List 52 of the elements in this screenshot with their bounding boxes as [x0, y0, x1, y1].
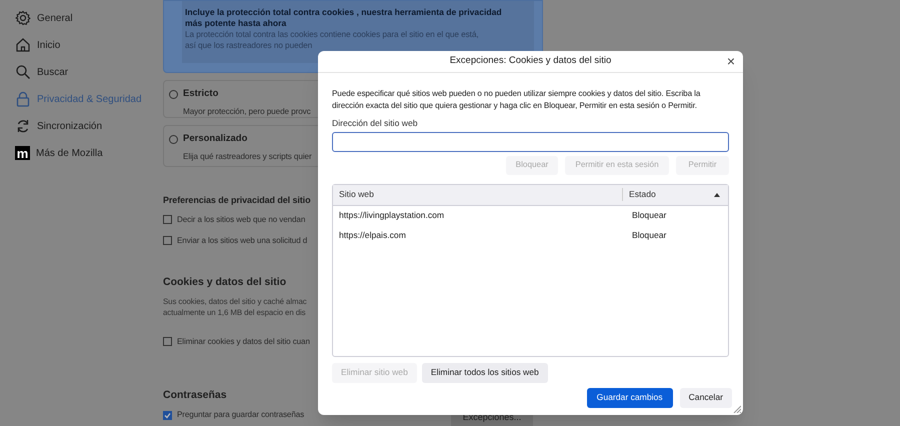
banner-title: Incluye la protección total contra cookies , nuestra herramienta de privacidad más potente hasta ahora	[185, 7, 503, 29]
address-field[interactable]	[332, 132, 729, 152]
sidebar-item[interactable]: Inicio	[37, 38, 60, 52]
option-title: Personalizado	[183, 132, 248, 146]
checkbox[interactable]	[163, 337, 172, 346]
radio-button[interactable]	[169, 134, 178, 144]
remove-button[interactable]: Eliminar todos los sitios web	[422, 362, 548, 383]
sidebar-item[interactable]: General	[37, 10, 73, 26]
option-description: Mayor protección, pero puede provc	[183, 106, 311, 118]
checkbox-label: Decir a los sitios web que no vendan	[177, 214, 306, 226]
banner-text: La protección total contra las cookies contiene cookies para el sitio en el que está,	[185, 29, 479, 40]
checkbox[interactable]	[163, 236, 172, 246]
checkbox-label: Preguntar para guardar contraseñas	[177, 409, 304, 422]
option-title: Estricto	[183, 87, 218, 101]
cancel-button[interactable]: Cancelar	[680, 388, 732, 408]
sidebar-item[interactable]: Sincronización	[37, 118, 102, 134]
sidebar-item[interactable]: Buscar	[37, 64, 68, 80]
gear-icon	[15, 10, 31, 26]
table-cell-text: https://livingplaystation.com	[338, 209, 446, 222]
column-label: Estado	[629, 188, 656, 202]
field-label: Dirección del sitio web	[332, 117, 418, 130]
check-icon	[164, 412, 171, 419]
column-header[interactable]: Sitio web	[333, 188, 623, 202]
resize-grip-icon	[733, 405, 741, 413]
dialog-title: Excepciones: Cookies y datos del sitio	[450, 54, 612, 68]
checkbox-label: Eliminar cookies y datos del sitio cuan	[177, 336, 310, 348]
home-icon	[15, 37, 31, 53]
checkbox-label: Enviar a los sitios web una solicitud d	[177, 234, 308, 247]
section-heading: Contraseñas	[163, 388, 228, 403]
section-heading: Cookies y datos del sitio	[163, 274, 288, 290]
lock-icon	[15, 91, 31, 107]
remove-button: Eliminar sitio web	[332, 362, 417, 383]
logo-icon: m	[15, 146, 30, 160]
action-button: Permitir	[676, 156, 729, 175]
sidebar-item[interactable]: Más de Mozilla	[36, 146, 103, 160]
close-button[interactable]: ×	[726, 54, 735, 68]
save-button[interactable]: Guardar cambios	[586, 388, 673, 408]
table-cell-text: Bloquear	[631, 209, 668, 222]
table-cell-text: Bloquear	[631, 229, 668, 242]
dialog-description: Puede especificar qué sitios web pueden o no pueden utilizar siempre cookies y datos del sitio. Escriba la dirección exacta del sitio que quiera gestionar y haga clic en Bloquear, Permitir en esta sesión o Permitir.	[332, 88, 702, 112]
radio-button[interactable]	[169, 90, 178, 99]
column-label: Sitio web	[339, 188, 374, 202]
checkbox[interactable]	[163, 410, 172, 420]
option-description: Elija qué rastreadores y scripts quier	[183, 151, 312, 164]
action-button: Bloquear	[506, 156, 558, 175]
search-icon	[15, 64, 31, 80]
action-button: Permitir en esta sesión	[565, 156, 669, 175]
sync-icon	[15, 118, 31, 134]
banner-text: así que los rastreadores no pueden	[185, 40, 312, 51]
checkbox[interactable]	[163, 215, 172, 224]
table-cell-text: https://elpais.com	[338, 229, 407, 242]
column-header[interactable]: Estado	[623, 188, 728, 202]
